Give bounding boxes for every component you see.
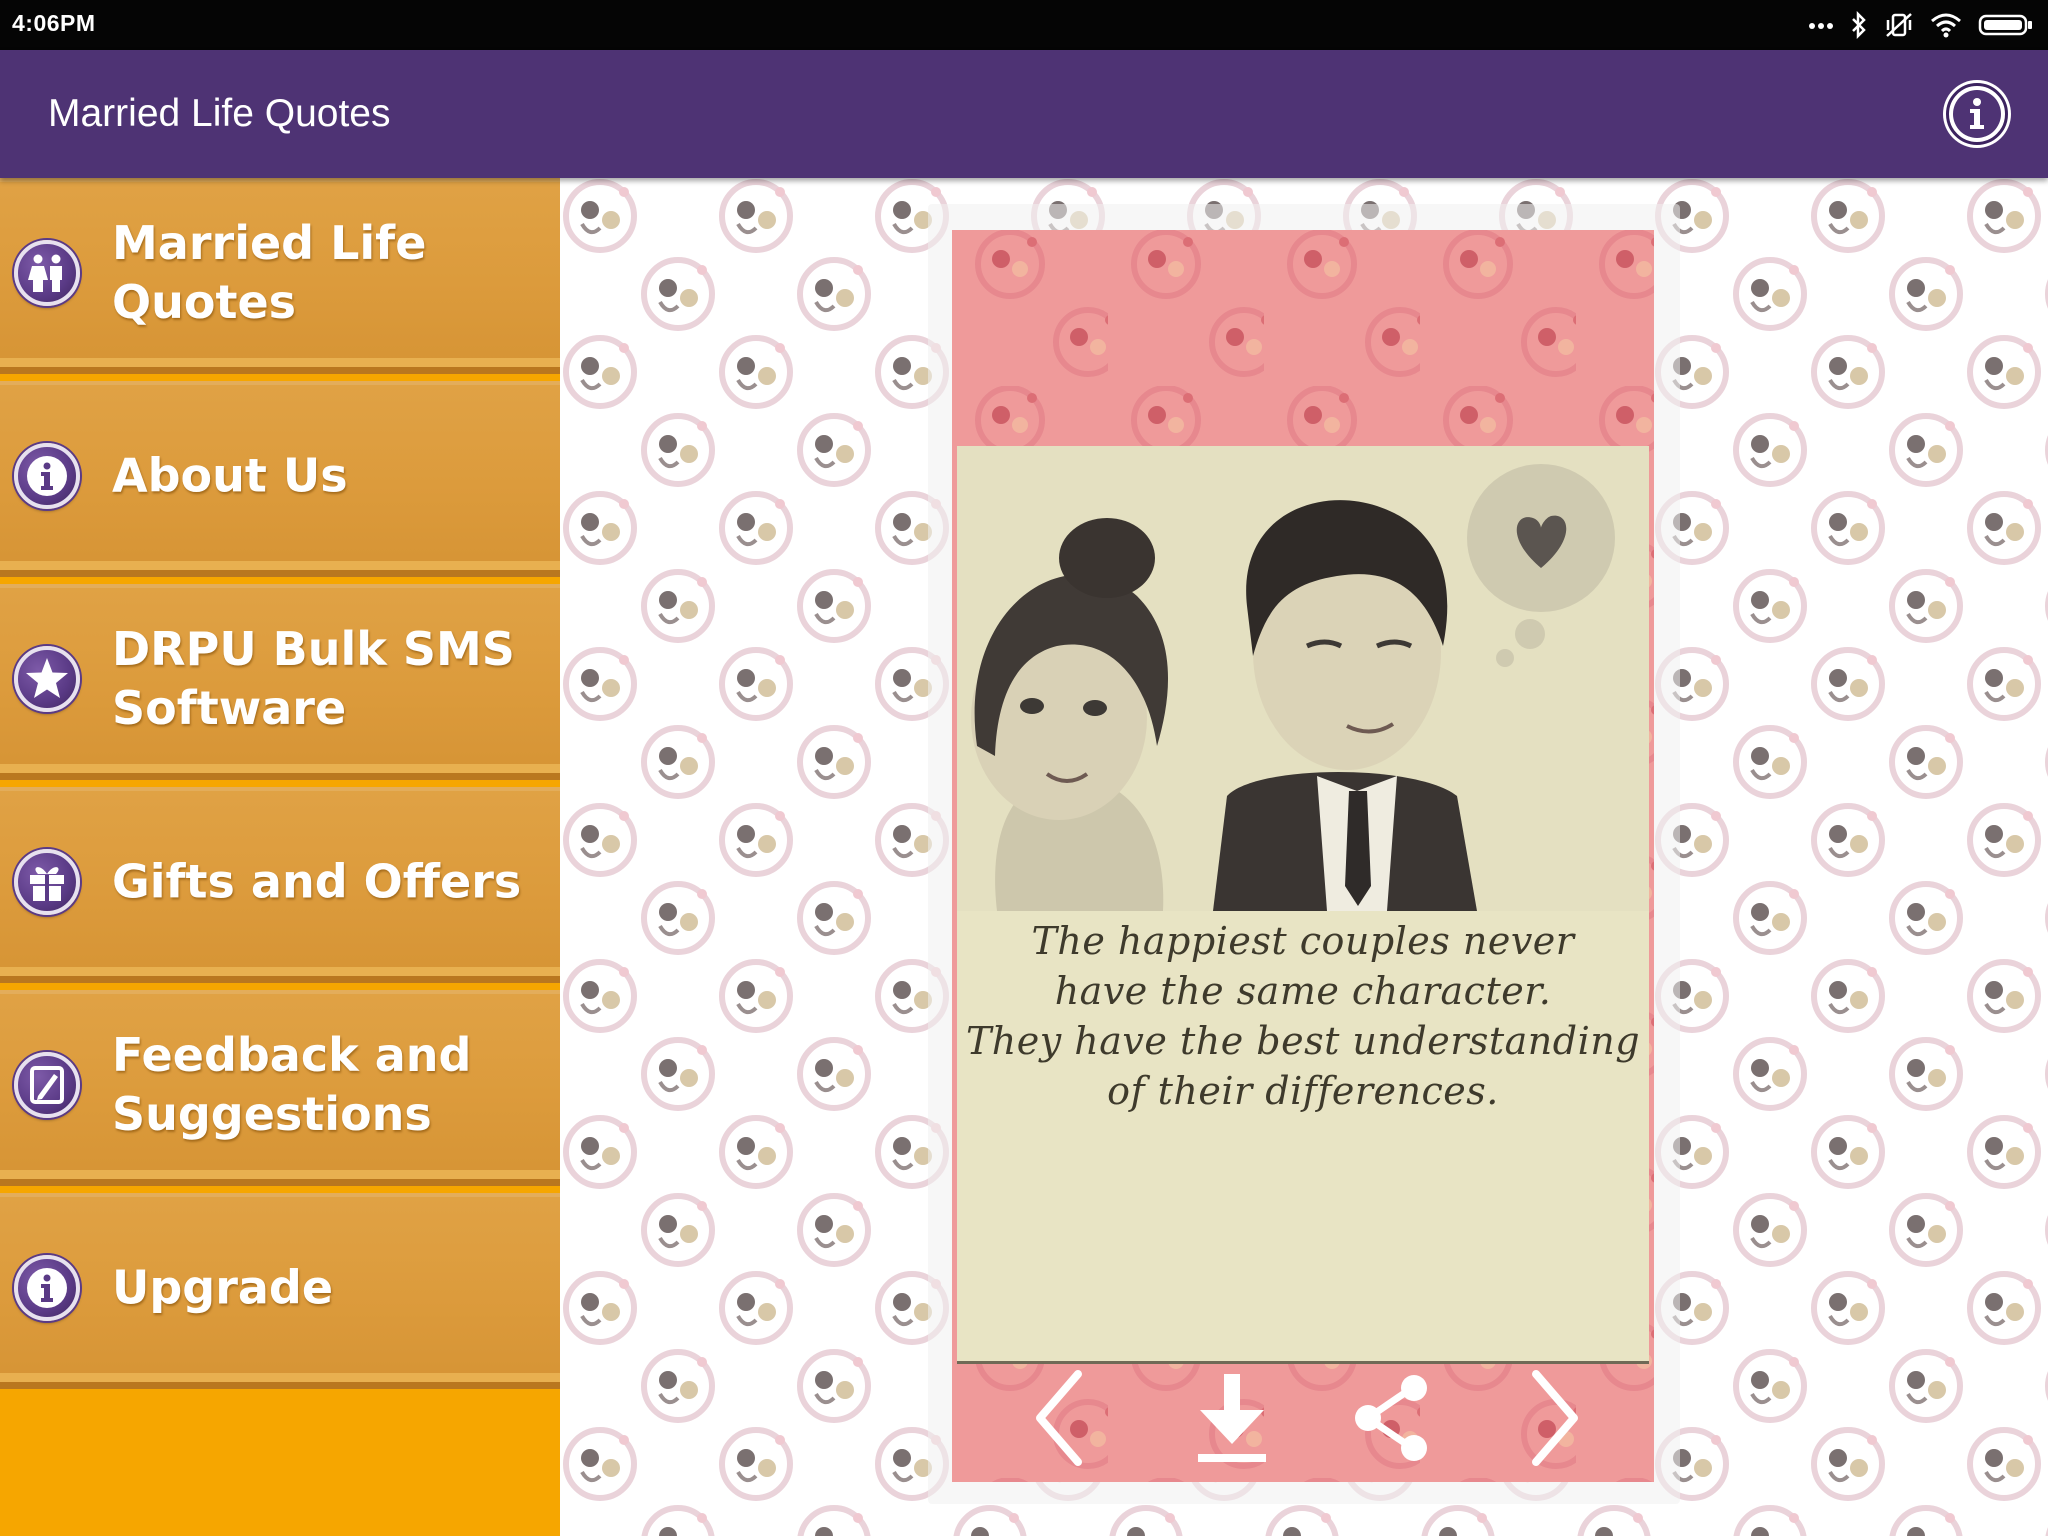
- status-time: 4:06PM: [12, 10, 96, 36]
- couple-illustration: [957, 446, 1649, 911]
- info-icon: [14, 442, 80, 509]
- chevron-left-icon: [1012, 1368, 1112, 1468]
- star-icon: [14, 645, 80, 712]
- wifi-icon: [1930, 12, 1962, 38]
- info-icon: [1949, 86, 2005, 142]
- share-icon: [1342, 1368, 1442, 1468]
- gift-icon: [14, 848, 80, 915]
- vibrate-off-icon: [1884, 11, 1914, 39]
- download-button[interactable]: [1182, 1368, 1282, 1468]
- quote-image: The happiest couples never have the same…: [957, 446, 1649, 1364]
- status-bar: 4:06PM: [0, 0, 2048, 50]
- menu-item-drpu-bulk-sms[interactable]: DRPU Bulk SMS Software: [0, 584, 560, 780]
- menu-item-upgrade[interactable]: Upgrade: [0, 1193, 560, 1389]
- bluetooth-icon: [1850, 11, 1868, 39]
- status-icons: [1808, 9, 2034, 41]
- menu-item-gifts-and-offers[interactable]: Gifts and Offers: [0, 787, 560, 983]
- quote-line: have the same character.: [1054, 969, 1552, 1013]
- app-title: Married Life Quotes: [48, 92, 391, 135]
- navigation-drawer: Married Life Quotes About Us DRPU Bulk S…: [0, 178, 560, 1536]
- quote-line: The happiest couples never: [1031, 919, 1575, 963]
- next-button[interactable]: [1502, 1368, 1602, 1468]
- previous-button[interactable]: [1012, 1368, 1112, 1468]
- menu-item-label: Upgrade: [112, 1260, 334, 1314]
- info-button[interactable]: [1946, 83, 2008, 145]
- feedback-icon: [14, 1051, 80, 1118]
- menu-item-feedback-and-suggestions[interactable]: Feedback and Suggestions: [0, 990, 560, 1186]
- menu-item-label: About Us: [112, 448, 348, 502]
- quote-line: They have the best understanding: [965, 1019, 1641, 1063]
- menu-item-about-us[interactable]: About Us: [0, 381, 560, 577]
- quote-text: The happiest couples never have the same…: [957, 916, 1649, 1116]
- menu-item-married-life-quotes[interactable]: Married Life Quotes: [0, 178, 560, 374]
- battery-icon: [1978, 13, 2034, 37]
- quote-controls: [952, 1360, 1654, 1482]
- menu-item-label: Married Life Quotes: [112, 215, 427, 329]
- info-icon: [14, 1254, 80, 1321]
- menu-item-label: Feedback and Suggestions: [112, 1027, 472, 1141]
- menu-item-label: DRPU Bulk SMS Software: [112, 621, 515, 735]
- share-button[interactable]: [1342, 1368, 1442, 1468]
- menu-item-label: Gifts and Offers: [112, 854, 522, 908]
- couple-icon: [14, 239, 80, 306]
- more-dots-icon: [1808, 20, 1834, 30]
- quote-line: of their differences.: [1107, 1069, 1499, 1113]
- download-icon: [1182, 1368, 1282, 1468]
- app-bar: Married Life Quotes: [0, 50, 2048, 178]
- quote-card: The happiest couples never have the same…: [952, 230, 1654, 1482]
- chevron-right-icon: [1502, 1368, 1602, 1468]
